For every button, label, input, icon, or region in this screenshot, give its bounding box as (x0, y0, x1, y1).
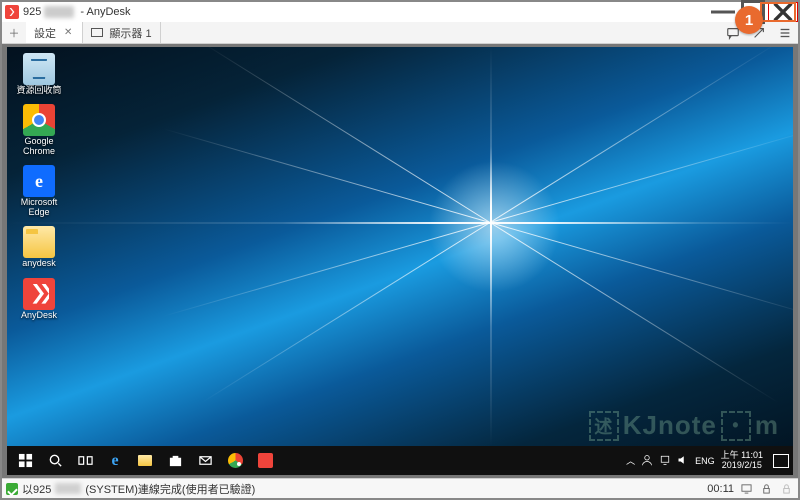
taskbar-app-store[interactable] (161, 446, 189, 475)
status-monitor-icon[interactable] (738, 483, 754, 494)
desktop-icon-anydesk[interactable]: AnyDesk (15, 278, 63, 320)
desktop-icons: 資源回收筒 GoogleChrome eMicrosoftEdge anydes… (15, 53, 63, 320)
status-message: (SYSTEM)連線完成(使用者已驗證) (85, 481, 255, 497)
tray-volume-icon[interactable] (677, 454, 689, 468)
folder-icon (23, 226, 55, 258)
new-tab-button[interactable]: ＋ (2, 22, 26, 43)
tray-chevron-up-icon[interactable]: ︿ (626, 454, 635, 467)
session-id-prefix: 925 (23, 6, 41, 18)
watermark-logo-icon: 述 (589, 411, 619, 441)
chrome-icon (23, 104, 55, 136)
edge-icon: e (23, 165, 55, 197)
system-tray[interactable]: ︿ ENG 上午 11:01 2019/2/15 (626, 451, 789, 470)
task-view-button[interactable] (71, 446, 99, 475)
tab-bar: ＋ 設定 ✕ 顯示器 1 (2, 22, 798, 44)
tab-display-1[interactable]: 顯示器 1 (83, 22, 160, 43)
status-lock-icon[interactable] (758, 483, 774, 494)
taskbar-app-chrome[interactable] (221, 446, 249, 475)
anydesk-window: 925 - AnyDesk 1 ＋ 設定 ✕ 顯示器 1 (0, 0, 800, 500)
status-prefix: 以925 (22, 481, 51, 497)
desktop-icon-chrome[interactable]: GoogleChrome (15, 104, 63, 156)
tray-date: 2019/2/15 (721, 461, 763, 470)
tab-label: 設定 (34, 25, 56, 41)
status-bar: 以925 (SYSTEM)連線完成(使用者已驗證) 00:11 (2, 478, 798, 498)
tab-label: 顯示器 1 (109, 25, 151, 41)
watermark-logo-icon: • (721, 411, 751, 441)
recycle-bin-icon (23, 53, 55, 85)
titlebar: 925 - AnyDesk 1 (2, 2, 798, 22)
redacted-id (55, 483, 81, 494)
tab-settings[interactable]: 設定 ✕ (26, 22, 83, 43)
window-title: 925 - AnyDesk (23, 6, 131, 18)
anydesk-logo-icon (5, 5, 19, 19)
close-button[interactable] (768, 2, 798, 22)
watermark-text: m (755, 410, 779, 441)
taskbar-app-explorer[interactable] (131, 446, 159, 475)
desktop-icon-recycle-bin[interactable]: 資源回收筒 (15, 53, 63, 95)
desktop-icon-edge[interactable]: eMicrosoftEdge (15, 165, 63, 217)
app-name: AnyDesk (87, 6, 131, 18)
watermark: 述 KJnote • m (589, 410, 779, 441)
taskbar-app-edge[interactable]: e (101, 446, 129, 475)
minimize-button[interactable] (708, 2, 738, 22)
icon-label: GoogleChrome (23, 137, 55, 156)
annotation-step-badge: 1 (735, 6, 763, 34)
close-tab-icon[interactable]: ✕ (62, 27, 74, 38)
tray-ime[interactable]: ENG (695, 456, 715, 466)
action-center-icon[interactable] (773, 454, 789, 468)
watermark-text: KJnote (623, 410, 717, 441)
elapsed-time: 00:11 (707, 483, 734, 495)
status-ok-icon (6, 483, 18, 495)
remote-taskbar: e ︿ ENG 上午 11:01 2019/2/15 (7, 446, 793, 475)
search-button[interactable] (41, 446, 69, 475)
remote-viewport: 資源回收筒 GoogleChrome eMicrosoftEdge anydes… (2, 44, 798, 478)
icon-label: MicrosoftEdge (21, 198, 58, 217)
icon-label: anydesk (22, 259, 56, 268)
tray-clock[interactable]: 上午 11:01 2019/2/15 (721, 451, 763, 470)
anydesk-icon (23, 278, 55, 310)
icon-label: AnyDesk (21, 311, 57, 320)
redacted-id (44, 6, 74, 18)
remote-desktop[interactable]: 資源回收筒 GoogleChrome eMicrosoftEdge anydes… (7, 47, 793, 475)
icon-label: 資源回收筒 (16, 86, 61, 95)
taskbar-app-mail[interactable] (191, 446, 219, 475)
status-lock2-icon[interactable] (778, 483, 794, 494)
tray-people-icon[interactable] (641, 454, 653, 468)
tray-network-icon[interactable] (659, 454, 671, 468)
desktop-icon-folder[interactable]: anydesk (15, 226, 63, 268)
monitor-icon (91, 28, 103, 37)
start-button[interactable] (11, 446, 39, 475)
taskbar-app-anydesk[interactable] (251, 446, 279, 475)
